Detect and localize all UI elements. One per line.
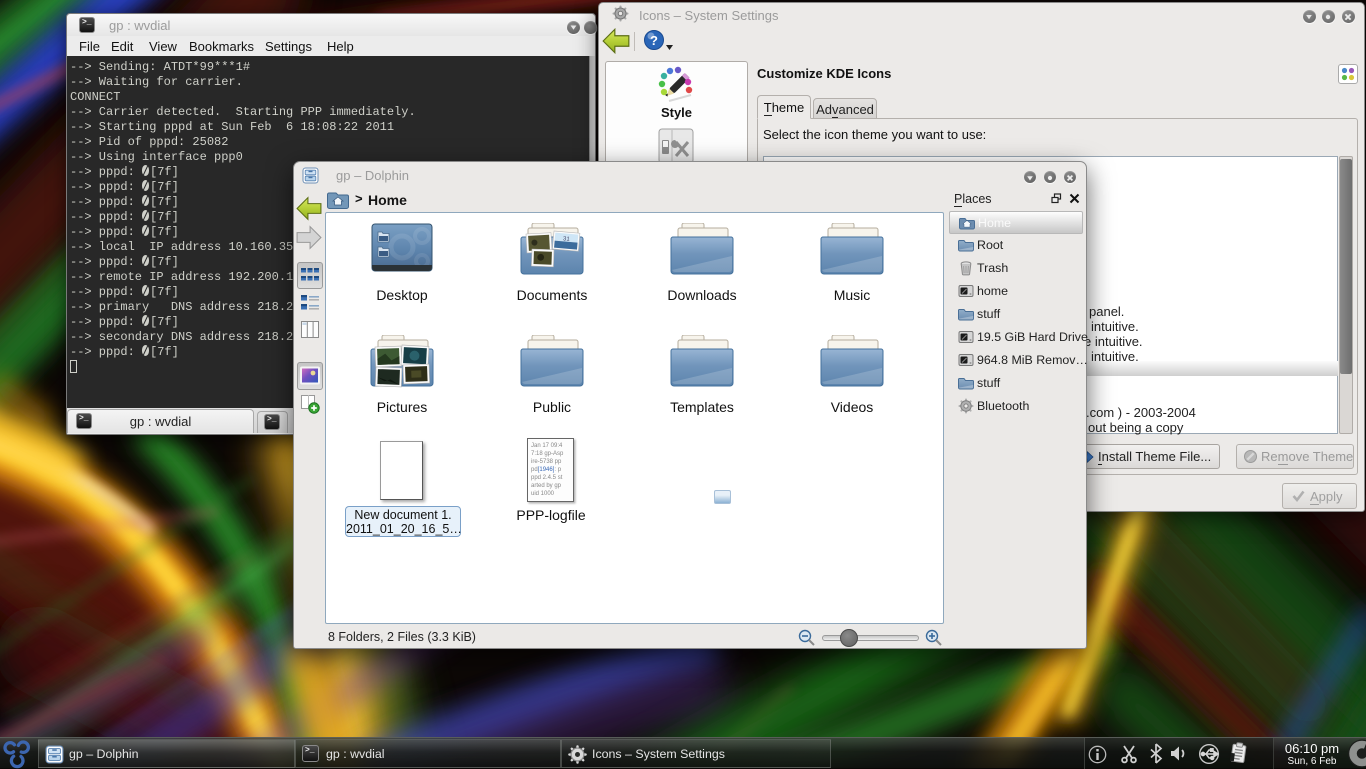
svg-text:31: 31 (563, 236, 571, 243)
svg-text:?: ? (650, 33, 658, 48)
